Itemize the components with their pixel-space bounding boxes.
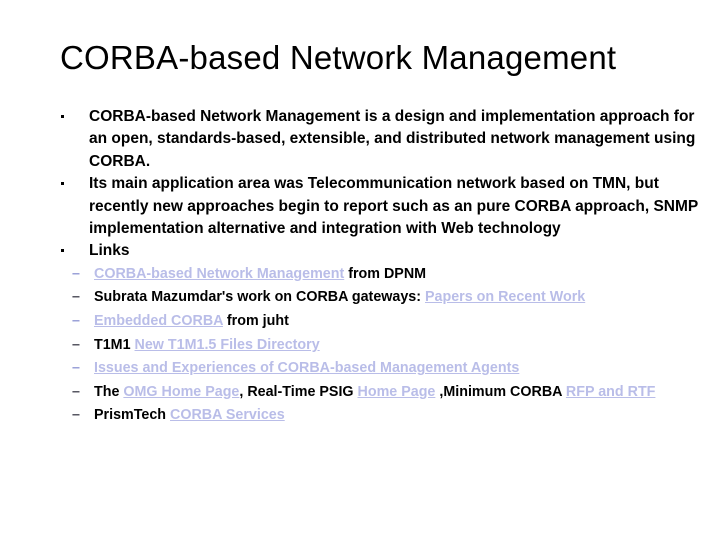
hyperlink[interactable]: Embedded CORBA: [94, 313, 223, 329]
list-item-text: from juht: [222, 313, 289, 330]
hyperlink[interactable]: CORBA Services: [170, 407, 285, 423]
links-sublist: – CORBA-based Network Management from DPN…: [56, 263, 706, 428]
dash-bullet-icon: –: [72, 265, 80, 282]
hyperlink[interactable]: OMG Home Page: [123, 384, 239, 400]
list-item-text: Subrata Mazumdar's work on CORBA gateway…: [94, 289, 425, 306]
square-bullet-icon: [61, 182, 64, 186]
page-title: CORBA-based Network Management: [60, 39, 617, 76]
square-bullet-icon: [61, 249, 64, 253]
dash-bullet-icon: –: [72, 360, 80, 377]
square-bullet-icon: [61, 115, 64, 118]
bullet-item-2: Its main application area was Telecommun…: [56, 173, 706, 240]
list-item: – The OMG Home Page, Real-Time PSIG Home …: [56, 381, 706, 405]
list-item: – CORBA-based Network Management from DPN…: [56, 263, 706, 287]
dash-bullet-icon: –: [72, 383, 80, 400]
list-item-text: T1M1: [94, 336, 135, 353]
bullet-item-3: Links: [56, 240, 706, 262]
dash-bullet-icon: –: [72, 289, 80, 306]
list-item-text: ,Minimum CORBA: [435, 383, 566, 400]
hyperlink[interactable]: Issues and Experiences of CORBA-based Ma…: [94, 360, 519, 376]
list-item-text: PrismTech: [94, 407, 171, 424]
list-item-text: from DPNM: [344, 265, 427, 282]
list-item: – T1M1 New T1M1.5 Files Directory: [56, 334, 706, 358]
hyperlink[interactable]: New T1M1.5 Files Directory: [135, 337, 320, 353]
list-item: – PrismTech CORBA Services: [56, 404, 706, 428]
dash-bullet-icon: –: [72, 407, 80, 424]
hyperlink[interactable]: Papers on Recent Work: [425, 289, 585, 305]
bullet-item-1: CORBA-based Network Management is a desi…: [56, 106, 706, 173]
links-sublist-container: – CORBA-based Network Management from DPN…: [56, 263, 706, 428]
hyperlink[interactable]: RFP and RTF: [566, 384, 656, 400]
list-item-text: The: [94, 383, 124, 400]
bullet-list: CORBA-based Network Management is a desi…: [56, 106, 706, 428]
bullet-text-3: Links: [89, 242, 130, 260]
list-item: – Issues and Experiences of CORBA-based M…: [56, 357, 706, 381]
bullet-text-2: Its main application area was Telecommun…: [89, 175, 698, 238]
bullet-text-1: CORBA-based Network Management is a desi…: [89, 108, 696, 170]
hyperlink[interactable]: CORBA-based Network Management: [94, 266, 344, 282]
slide: CORBA-based Network Management CORBA-bas…: [0, 0, 720, 540]
list-item: – Subrata Mazumdar's work on CORBA gatewa…: [56, 286, 706, 310]
hyperlink[interactable]: Home Page: [358, 384, 436, 400]
slide-body: CORBA-based Network Management is a desi…: [56, 106, 706, 428]
list-item-text: , Real-Time PSIG: [239, 383, 358, 400]
dash-bullet-icon: –: [72, 336, 80, 353]
list-item: – Embedded CORBA from juht: [56, 310, 706, 334]
dash-bullet-icon: –: [72, 313, 80, 330]
